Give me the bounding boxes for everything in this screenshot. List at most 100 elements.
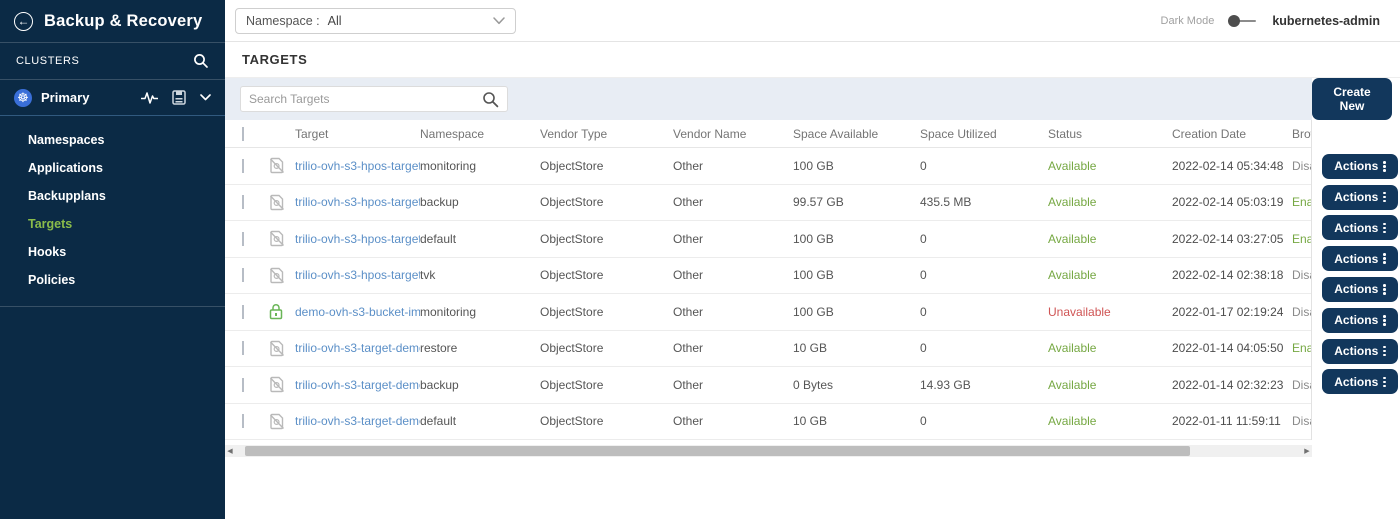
- space-available-cell: 100 GB: [793, 268, 920, 282]
- row-checkbox[interactable]: [242, 159, 244, 173]
- vendor-type-cell: ObjectStore: [540, 268, 673, 282]
- namespace-cell: default: [420, 232, 540, 246]
- row-actions-button[interactable]: Actions: [1322, 185, 1398, 210]
- toolbar-band: [225, 78, 1312, 120]
- search-icon[interactable]: [482, 91, 499, 108]
- target-link[interactable]: trilio-ovh-s3-hpos-target: [295, 159, 420, 173]
- col-header-vendor-type[interactable]: Vendor Type: [540, 127, 673, 141]
- app-root: ← Backup & Recovery CLUSTERS ☸ Primary: [0, 0, 1400, 519]
- row-actions-button[interactable]: Actions: [1322, 246, 1398, 271]
- space-utilized-cell: 0: [920, 341, 1048, 355]
- sidebar-nav: NamespacesApplicationsBackupplansTargets…: [0, 116, 225, 307]
- immutable-lock-icon: [269, 303, 295, 320]
- target-link[interactable]: trilio-ovh-s3-target-demo1: [295, 414, 420, 428]
- sidebar-item-applications[interactable]: Applications: [0, 154, 225, 182]
- browsing-disabled-icon: [269, 413, 295, 430]
- kebab-menu-icon: [1383, 223, 1386, 234]
- sidebar-item-backupplans[interactable]: Backupplans: [0, 182, 225, 210]
- row-actions-button[interactable]: Actions: [1322, 277, 1398, 302]
- target-link[interactable]: trilio-ovh-s3-target-demo1: [295, 378, 420, 392]
- col-header-creation-date[interactable]: Creation Date: [1172, 127, 1292, 141]
- browsing-cell: Disa: [1292, 378, 1312, 392]
- vendor-type-cell: ObjectStore: [540, 414, 673, 428]
- row-actions-button[interactable]: Actions: [1322, 369, 1398, 394]
- col-header-namespace[interactable]: Namespace: [420, 127, 540, 141]
- cluster-search-icon[interactable]: [193, 53, 209, 69]
- scrollbar-track[interactable]: [235, 445, 1302, 457]
- space-available-cell: 10 GB: [793, 414, 920, 428]
- col-header-space-available[interactable]: Space Available: [793, 127, 920, 141]
- col-header-status[interactable]: Status: [1048, 127, 1172, 141]
- scrollbar-right-arrow-icon[interactable]: ▶: [1302, 445, 1312, 457]
- browsing-cell: Disa: [1292, 268, 1312, 282]
- row-checkbox[interactable]: [242, 378, 244, 392]
- namespace-select[interactable]: Namespace : All: [235, 8, 516, 34]
- cluster-report-icon[interactable]: [172, 90, 186, 105]
- scrollbar-thumb[interactable]: [245, 446, 1190, 456]
- target-link[interactable]: trilio-ovh-s3-hpos-target: [295, 232, 420, 246]
- browsing-cell: Disa: [1292, 414, 1312, 428]
- namespace-select-value: All: [328, 14, 342, 28]
- target-link[interactable]: trilio-ovh-s3-target-demo1: [295, 341, 420, 355]
- status-badge: Available: [1048, 268, 1172, 282]
- cluster-row-primary[interactable]: ☸ Primary: [0, 80, 225, 116]
- namespace-cell: monitoring: [420, 159, 540, 173]
- row-checkbox[interactable]: [242, 414, 244, 428]
- target-link[interactable]: trilio-ovh-s3-hpos-target: [295, 268, 420, 282]
- kebab-menu-icon: [1383, 253, 1386, 264]
- vendor-type-cell: ObjectStore: [540, 305, 673, 319]
- row-actions-button[interactable]: Actions: [1322, 308, 1398, 333]
- sidebar-item-namespaces[interactable]: Namespaces: [0, 126, 225, 154]
- creation-date-cell: 2022-01-17 02:19:24: [1172, 305, 1292, 319]
- vendor-type-cell: ObjectStore: [540, 232, 673, 246]
- table-row: trilio-ovh-s3-target-demo1 backup Object…: [225, 367, 1311, 404]
- status-badge: Available: [1048, 378, 1172, 392]
- row-checkbox[interactable]: [242, 341, 244, 355]
- col-header-browsing[interactable]: Brow: [1292, 127, 1312, 141]
- space-utilized-cell: 0: [920, 159, 1048, 173]
- col-header-target[interactable]: Target: [295, 127, 420, 141]
- sidebar-item-policies[interactable]: Policies: [0, 266, 225, 294]
- status-badge: Available: [1048, 159, 1172, 173]
- browsing-cell: Enal: [1292, 232, 1312, 246]
- search-input[interactable]: [249, 92, 482, 106]
- select-all-checkbox[interactable]: [242, 127, 244, 141]
- scrollbar-left-arrow-icon[interactable]: ◀: [225, 445, 235, 457]
- table-row: demo-ovh-s3-bucket-imm... monitoring Obj…: [225, 294, 1311, 331]
- vendor-name-cell: Other: [673, 232, 793, 246]
- status-badge: Available: [1048, 341, 1172, 355]
- cluster-activity-icon[interactable]: [141, 91, 158, 105]
- space-available-cell: 100 GB: [793, 232, 920, 246]
- creation-date-cell: 2022-02-14 02:38:18: [1172, 268, 1292, 282]
- creation-date-cell: 2022-01-14 02:32:23: [1172, 378, 1292, 392]
- namespace-cell: default: [420, 414, 540, 428]
- browsing-disabled-icon: [269, 194, 295, 211]
- main-content: Namespace : All Dark Mode kubernetes-adm…: [225, 0, 1400, 519]
- col-header-vendor-name[interactable]: Vendor Name: [673, 127, 793, 141]
- row-actions-button[interactable]: Actions: [1322, 154, 1398, 179]
- actions-column: Actions Actions Actions Actions Actions Actio…: [1322, 148, 1400, 400]
- table-row: trilio-ovh-s3-hpos-target monitoring Obj…: [225, 148, 1311, 185]
- row-checkbox[interactable]: [242, 232, 244, 246]
- row-checkbox[interactable]: [242, 268, 244, 282]
- sidebar-header: ← Backup & Recovery: [0, 0, 225, 43]
- topbar: Namespace : All Dark Mode kubernetes-adm…: [225, 0, 1400, 42]
- col-header-space-utilized[interactable]: Space Utilized: [920, 127, 1048, 141]
- space-utilized-cell: 0: [920, 232, 1048, 246]
- row-checkbox[interactable]: [242, 195, 244, 209]
- row-actions-button[interactable]: Actions: [1322, 339, 1398, 364]
- sidebar-item-hooks[interactable]: Hooks: [0, 238, 225, 266]
- target-link[interactable]: trilio-ovh-s3-hpos-target: [295, 195, 420, 209]
- horizontal-scrollbar[interactable]: ◀ ▶: [225, 445, 1312, 457]
- row-checkbox[interactable]: [242, 305, 244, 319]
- cluster-collapse-chevron-icon[interactable]: [200, 94, 211, 101]
- browsing-cell: Enal: [1292, 341, 1312, 355]
- target-link[interactable]: demo-ovh-s3-bucket-imm...: [295, 305, 420, 319]
- row-actions-button[interactable]: Actions: [1322, 215, 1398, 240]
- creation-date-cell: 2022-01-11 11:59:11: [1172, 414, 1292, 428]
- back-arrow-icon[interactable]: ←: [14, 12, 33, 31]
- dark-mode-toggle[interactable]: [1228, 15, 1258, 27]
- cluster-name: Primary: [41, 90, 141, 105]
- sidebar-item-targets[interactable]: Targets: [0, 210, 225, 238]
- create-new-button[interactable]: Create New: [1312, 78, 1392, 120]
